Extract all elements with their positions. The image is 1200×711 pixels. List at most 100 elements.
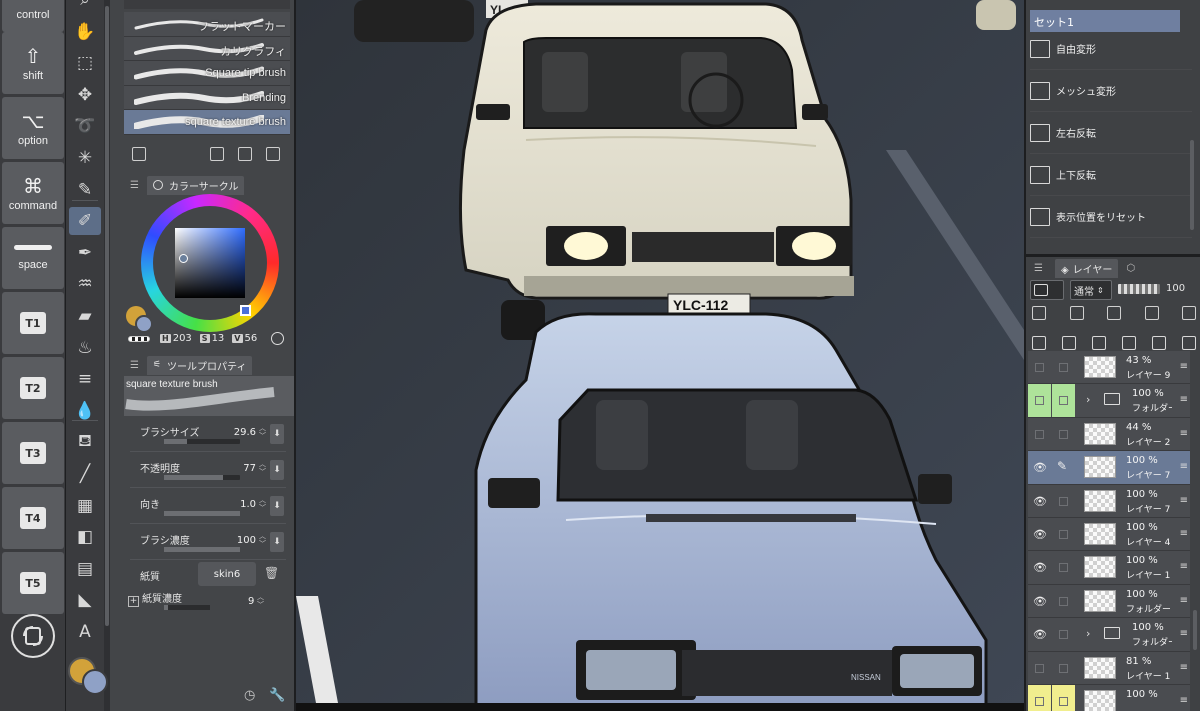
eraser-tool[interactable]: ▰ [69, 302, 101, 330]
layer-menu-icon[interactable]: ≡ [1180, 394, 1188, 405]
create-mask-icon[interactable] [1152, 336, 1166, 350]
layer-menu-icon[interactable]: ≡ [1180, 695, 1188, 706]
scroll-thumb[interactable] [105, 6, 109, 626]
reference-layer-icon[interactable] [1069, 306, 1084, 320]
tool-property-row[interactable]: ブラシ濃度 100 ︿ ﹀ ⬇ [130, 526, 286, 560]
lock-checkbox-icon[interactable] [1059, 363, 1068, 372]
stopwatch-icon[interactable]: ◷ [244, 688, 269, 703]
quick-access-item[interactable]: 自由変形 [1030, 28, 1192, 70]
layer-mask-icon[interactable] [1182, 306, 1196, 320]
pressure-settings-icon[interactable]: ⬇ [270, 424, 284, 444]
gradient-tool[interactable]: ◧ [69, 523, 101, 551]
palette-grip-icon[interactable]: ☰ [1034, 263, 1043, 274]
layer-menu-icon[interactable]: ≡ [1180, 561, 1188, 572]
blend-mode-select[interactable]: 通常 ⇕ [1070, 280, 1112, 300]
eye-icon[interactable]: 👁 [1033, 628, 1047, 641]
hidden-checkbox-icon[interactable] [1035, 663, 1044, 673]
layer-menu-icon[interactable]: ≡ [1180, 595, 1188, 606]
eye-icon[interactable]: 👁 [1033, 461, 1047, 474]
decoration-tool[interactable]: ♨ [69, 334, 101, 362]
hidden-checkbox-icon[interactable] [1035, 396, 1044, 406]
property-stepper[interactable]: ︿ ﹀ [259, 532, 266, 548]
quick-access-item[interactable]: 表示位置をリセット [1030, 196, 1192, 238]
layer-menu-icon[interactable]: ≡ [1180, 461, 1188, 472]
layer-property-tab-icon[interactable]: ⬡ [1126, 263, 1135, 274]
property-slider[interactable] [164, 547, 240, 552]
hand-tool[interactable]: ✋ [69, 18, 101, 46]
layer-row[interactable]: 44 % レイヤー 23 ≡ [1028, 417, 1190, 452]
quick-access-item[interactable]: メッシュ変形 [1030, 70, 1192, 112]
edge-key-control[interactable]: control [2, 0, 64, 32]
edge-key-t4[interactable]: T4 [2, 487, 64, 549]
layer-menu-icon[interactable]: ≡ [1180, 662, 1188, 673]
paper-clear-icon[interactable]: 🗑 [264, 566, 279, 580]
paper-texture-field[interactable]: skin6 [198, 562, 256, 586]
layer-menu-icon[interactable]: ≡ [1180, 628, 1188, 639]
quick-access-item[interactable]: 左右反転 [1030, 112, 1192, 154]
property-stepper[interactable]: ︿ ﹀ [259, 496, 266, 512]
edge-key-space[interactable]: space [2, 227, 64, 289]
duplicate-icon[interactable] [238, 147, 252, 161]
color-circle-tab[interactable]: カラーサークル [146, 175, 245, 195]
lock-checkbox-icon[interactable] [1059, 697, 1068, 706]
edge-key-t1[interactable]: T1 [2, 292, 64, 354]
layer-tab[interactable]: ◈ レイヤー [1054, 258, 1119, 278]
auto-select-tool[interactable]: ✳ [69, 144, 101, 172]
new-folder-icon[interactable] [1062, 336, 1076, 350]
palette-grip-icon[interactable]: ☰ [130, 180, 139, 191]
lock-checkbox-icon[interactable] [1059, 663, 1068, 673]
sub-tool-item[interactable]: カリグラフィ [124, 36, 290, 62]
lock-checkbox-icon[interactable] [1059, 496, 1068, 506]
frame-tool[interactable]: ▤ [69, 555, 101, 583]
lock-checkbox-icon[interactable] [1059, 630, 1068, 640]
hidden-checkbox-icon[interactable] [1035, 363, 1044, 372]
download-icon[interactable] [210, 147, 224, 161]
sub-tool-item[interactable]: Square tip brush [124, 61, 290, 86]
property-stepper[interactable]: ︿ ﹀ [259, 424, 266, 440]
lock-checkbox-icon[interactable] [1059, 396, 1068, 406]
edge-key-option[interactable]: ⌥ option [2, 97, 64, 159]
line-tool[interactable]: ╱ [69, 460, 101, 488]
edge-key-t5[interactable]: T5 [2, 552, 64, 614]
hidden-checkbox-icon[interactable] [1035, 697, 1044, 706]
zoom-tool[interactable]: ⌕ [69, 0, 101, 14]
undo-redo-button[interactable] [11, 614, 55, 658]
pressure-settings-icon[interactable]: ⬇ [270, 460, 284, 480]
layer-row[interactable]: 81 % レイヤー 18 ≡ [1028, 651, 1190, 685]
new-raster-layer-icon[interactable] [1032, 336, 1046, 350]
expand-plus-icon[interactable]: + [128, 596, 139, 607]
saturation-value-square[interactable] [175, 228, 245, 298]
drawing-canvas[interactable]: YL YLC-112 NISSAN [296, 0, 1024, 711]
quick-access-item[interactable]: 上下反転 [1030, 154, 1192, 196]
sv-cursor[interactable] [179, 254, 188, 263]
property-slider[interactable] [164, 439, 240, 444]
layer-folder-row[interactable]: › 100 % フォルダー ≡ [1028, 384, 1190, 418]
lock-checkbox-icon[interactable] [1059, 429, 1068, 439]
lock-checkbox-icon[interactable] [1059, 563, 1068, 573]
pen-tool[interactable]: ✐ [69, 207, 101, 236]
sub-tool-item[interactable]: square texture brush [124, 110, 290, 135]
chevron-right-icon[interactable]: › [1086, 627, 1090, 640]
layer-row[interactable]: 👁 100 % レイヤー 70 ≡ [1028, 484, 1190, 518]
hidden-checkbox-icon[interactable] [1035, 429, 1044, 439]
color-circle-swatches[interactable] [126, 306, 156, 336]
palette-grip-icon[interactable]: ☰ [130, 360, 139, 371]
balloon-tool[interactable]: ◣ [69, 586, 101, 614]
combine-layer-icon[interactable] [1122, 336, 1136, 350]
ruler-tool[interactable]: ▦ [69, 492, 101, 520]
layer-list-scrollbar[interactable] [1193, 610, 1197, 650]
sub-tool-settings-icon[interactable] [132, 147, 146, 161]
layer-menu-icon[interactable]: ≡ [1180, 495, 1188, 506]
paper-density-stepper[interactable]: ︿ ﹀ [257, 593, 264, 609]
lock-transparency-icon[interactable] [1144, 306, 1159, 320]
edge-key-t2[interactable]: T2 [2, 357, 64, 419]
layer-menu-icon[interactable]: ≡ [1180, 528, 1188, 539]
property-slider[interactable] [164, 511, 240, 516]
trash-icon[interactable] [266, 147, 280, 161]
sub-color-mini[interactable] [135, 315, 153, 333]
property-slider[interactable] [164, 475, 240, 480]
pressure-settings-icon[interactable]: ⬇ [270, 496, 284, 516]
layer-row[interactable]: 👁 100 % レイヤー 40 ≡ [1028, 518, 1190, 552]
opacity-slider[interactable] [1118, 284, 1160, 294]
layer-type-select[interactable] [1030, 280, 1064, 300]
